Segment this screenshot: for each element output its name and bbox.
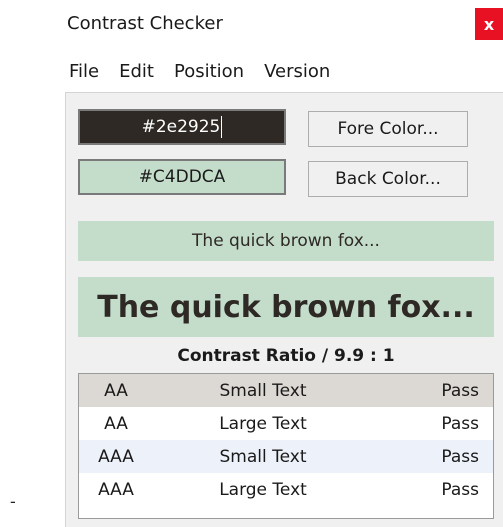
result-row[interactable]: AAA Large Text Pass <box>79 473 493 506</box>
fore-color-value: #2e2925 <box>141 117 221 137</box>
back-color-input[interactable]: #C4DDCA <box>78 159 286 195</box>
text-caret <box>221 116 223 138</box>
back-color-value: #C4DDCA <box>138 167 226 187</box>
result-level: AA <box>104 380 128 401</box>
result-level: AAA <box>98 479 134 500</box>
sample-small-text: The quick brown fox... <box>78 221 494 261</box>
result-row[interactable]: AA Small Text Pass <box>79 374 493 407</box>
contrast-ratio-label: Contrast Ratio / 9.9 : 1 <box>177 346 395 366</box>
result-row[interactable]: AA Large Text Pass <box>79 407 493 440</box>
fore-color-button[interactable]: Fore Color... <box>308 111 468 147</box>
menu-file[interactable]: File <box>69 61 99 82</box>
result-text-type: Large Text <box>219 413 307 434</box>
window-title: Contrast Checker <box>67 13 223 34</box>
fore-color-input[interactable]: #2e2925 <box>78 109 286 145</box>
menu-edit[interactable]: Edit <box>119 61 154 82</box>
close-icon: x <box>483 14 495 34</box>
close-button[interactable]: x <box>475 8 503 40</box>
result-text-type: Small Text <box>219 380 307 401</box>
result-level: AAA <box>98 446 134 467</box>
menu-position[interactable]: Position <box>174 61 244 82</box>
result-text-type: Large Text <box>219 479 307 500</box>
result-row[interactable]: AAA Small Text Pass <box>79 440 493 473</box>
results-list[interactable]: AA Small Text Pass AA Large Text Pass AA… <box>78 373 494 519</box>
stray-dash-text: - <box>10 492 16 511</box>
result-status: Pass <box>441 446 479 467</box>
result-status: Pass <box>441 380 479 401</box>
menu-bar: File Edit Position Version <box>53 54 503 88</box>
title-bar: Contrast Checker x <box>53 0 503 50</box>
result-level: AA <box>104 413 128 434</box>
menu-version[interactable]: Version <box>264 61 330 82</box>
client-area: #2e2925 Fore Color... #C4DDCA Back Color… <box>65 92 503 527</box>
result-status: Pass <box>441 413 479 434</box>
contrast-checker-window: Contrast Checker x File Edit Position Ve… <box>53 0 503 527</box>
result-status: Pass <box>441 479 479 500</box>
sample-large-text: The quick brown fox... <box>78 277 494 337</box>
back-color-button[interactable]: Back Color... <box>308 161 468 197</box>
page: - Contrast Checker x File Edit Position … <box>0 0 503 527</box>
result-text-type: Small Text <box>219 446 307 467</box>
